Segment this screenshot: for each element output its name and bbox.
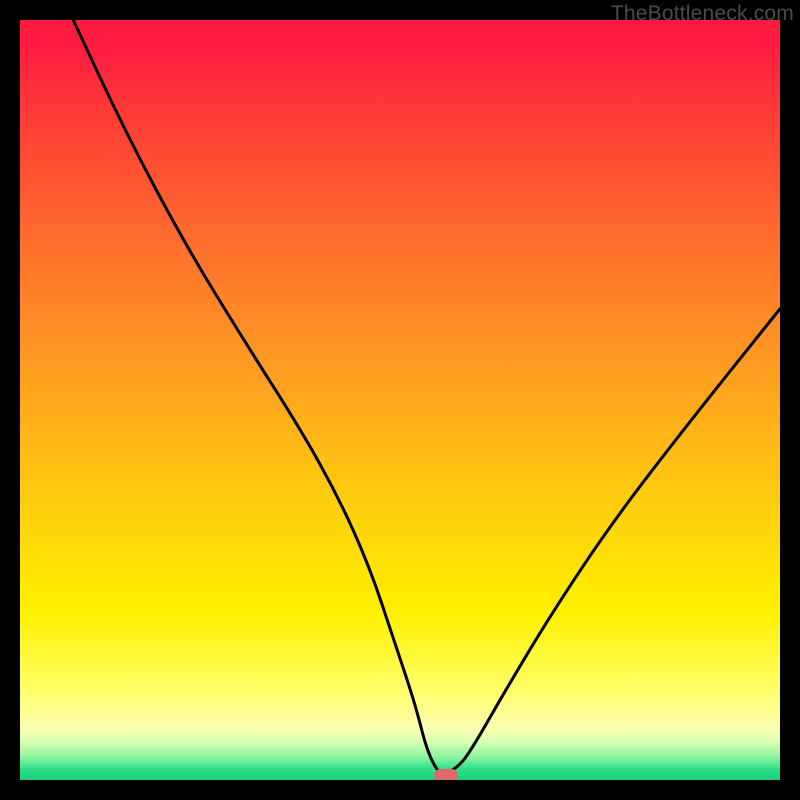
plot-area (20, 20, 780, 780)
optimal-marker (434, 769, 458, 780)
curve-path (73, 20, 780, 773)
bottleneck-curve (20, 20, 780, 780)
chart-stage: TheBottleneck.com (0, 0, 800, 800)
